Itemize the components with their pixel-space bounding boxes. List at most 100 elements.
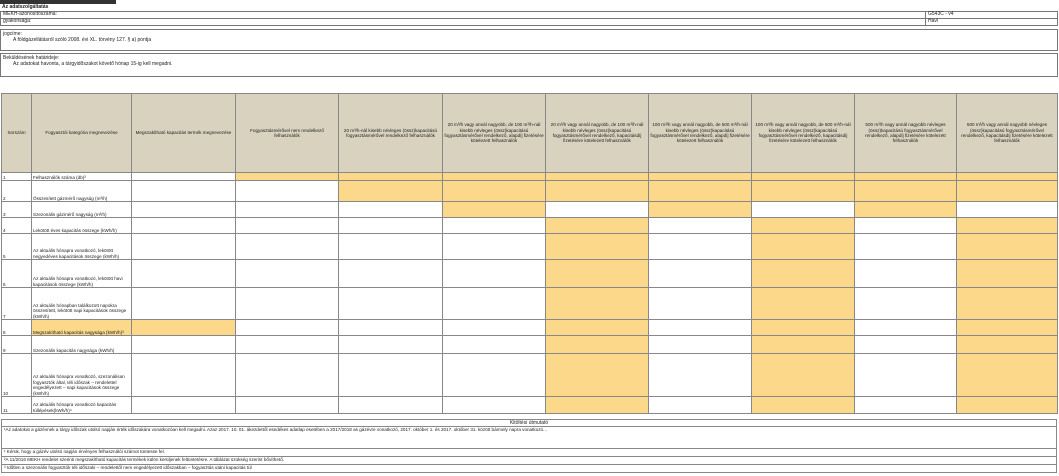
input-cell[interactable]	[545, 335, 649, 354]
input-cell[interactable]	[648, 353, 752, 397]
input-cell[interactable]	[338, 319, 443, 336]
input-cell[interactable]	[545, 201, 649, 218]
input-cell[interactable]	[442, 217, 546, 234]
input-cell[interactable]	[854, 396, 957, 414]
header-value-id[interactable]: G543C - v4	[925, 11, 1058, 19]
input-cell[interactable]	[545, 217, 649, 234]
input-cell[interactable]	[131, 319, 236, 336]
input-cell[interactable]	[235, 217, 339, 234]
input-cell[interactable]	[338, 233, 443, 260]
input-cell[interactable]	[751, 335, 855, 354]
input-cell[interactable]	[956, 201, 1058, 218]
input-cell[interactable]	[131, 180, 236, 202]
input-cell[interactable]	[648, 180, 752, 202]
input-cell[interactable]	[648, 259, 752, 288]
input-cell[interactable]	[854, 233, 957, 260]
input-cell[interactable]	[338, 335, 443, 354]
input-cell[interactable]	[442, 201, 546, 218]
input-cell[interactable]	[131, 201, 236, 218]
input-cell[interactable]	[751, 319, 855, 336]
input-cell[interactable]	[338, 396, 443, 414]
header-value-frequency[interactable]: Havi	[925, 18, 1058, 26]
input-cell[interactable]	[956, 233, 1058, 260]
input-cell[interactable]	[235, 172, 339, 181]
input-cell[interactable]	[751, 259, 855, 288]
input-cell[interactable]	[751, 233, 855, 260]
input-cell[interactable]	[648, 201, 752, 218]
input-cell[interactable]	[131, 172, 236, 181]
input-cell[interactable]	[956, 335, 1058, 354]
input-cell[interactable]	[751, 172, 855, 181]
input-cell[interactable]	[854, 217, 957, 234]
input-cell[interactable]	[338, 172, 443, 181]
input-cell[interactable]	[545, 396, 649, 414]
input-cell[interactable]	[854, 180, 957, 202]
input-cell[interactable]	[235, 201, 339, 218]
input-cell[interactable]	[854, 335, 957, 354]
input-cell[interactable]	[235, 335, 339, 354]
input-cell[interactable]	[956, 396, 1058, 414]
input-cell[interactable]	[751, 180, 855, 202]
input-cell[interactable]	[442, 396, 546, 414]
input-cell[interactable]	[956, 287, 1058, 320]
input-cell[interactable]	[648, 335, 752, 354]
input-cell[interactable]	[545, 353, 649, 397]
input-cell[interactable]	[751, 201, 855, 218]
input-cell[interactable]	[751, 396, 855, 414]
input-cell[interactable]	[235, 233, 339, 260]
input-cell[interactable]	[235, 259, 339, 288]
input-cell[interactable]	[648, 233, 752, 260]
input-cell[interactable]	[854, 319, 957, 336]
input-cell[interactable]	[442, 233, 546, 260]
input-cell[interactable]	[442, 319, 546, 336]
input-cell[interactable]	[131, 217, 236, 234]
input-cell[interactable]	[235, 319, 339, 336]
input-cell[interactable]	[442, 335, 546, 354]
input-cell[interactable]	[751, 353, 855, 397]
input-cell[interactable]	[131, 233, 236, 260]
input-cell[interactable]	[956, 180, 1058, 202]
input-cell[interactable]	[545, 233, 649, 260]
input-cell[interactable]	[338, 287, 443, 320]
input-cell[interactable]	[648, 396, 752, 414]
input-cell[interactable]	[338, 353, 443, 397]
input-cell[interactable]	[854, 353, 957, 397]
input-cell[interactable]	[442, 287, 546, 320]
input-cell[interactable]	[338, 201, 443, 218]
input-cell[interactable]	[235, 287, 339, 320]
input-cell[interactable]	[648, 217, 752, 234]
input-cell[interactable]	[648, 287, 752, 320]
input-cell[interactable]	[751, 287, 855, 320]
input-cell[interactable]	[545, 287, 649, 320]
input-cell[interactable]	[956, 172, 1058, 181]
input-cell[interactable]	[338, 217, 443, 234]
input-cell[interactable]	[131, 287, 236, 320]
input-cell[interactable]	[545, 319, 649, 336]
input-cell[interactable]	[854, 259, 957, 288]
input-cell[interactable]	[545, 172, 649, 181]
input-cell[interactable]	[956, 353, 1058, 397]
input-cell[interactable]	[648, 172, 752, 181]
input-cell[interactable]	[545, 180, 649, 202]
input-cell[interactable]	[442, 353, 546, 397]
input-cell[interactable]	[338, 259, 443, 288]
input-cell[interactable]	[442, 259, 546, 288]
input-cell[interactable]	[956, 217, 1058, 234]
input-cell[interactable]	[854, 287, 957, 320]
input-cell[interactable]	[338, 180, 443, 202]
input-cell[interactable]	[956, 259, 1058, 288]
input-cell[interactable]	[442, 180, 546, 202]
input-cell[interactable]	[854, 201, 957, 218]
input-cell[interactable]	[545, 259, 649, 288]
input-cell[interactable]	[235, 180, 339, 202]
input-cell[interactable]	[751, 217, 855, 234]
input-cell[interactable]	[648, 319, 752, 336]
input-cell[interactable]	[131, 335, 236, 354]
input-cell[interactable]	[131, 353, 236, 397]
input-cell[interactable]	[131, 396, 236, 414]
input-cell[interactable]	[854, 172, 957, 181]
input-cell[interactable]	[235, 353, 339, 397]
input-cell[interactable]	[956, 319, 1058, 336]
input-cell[interactable]	[131, 259, 236, 288]
input-cell[interactable]	[235, 396, 339, 414]
